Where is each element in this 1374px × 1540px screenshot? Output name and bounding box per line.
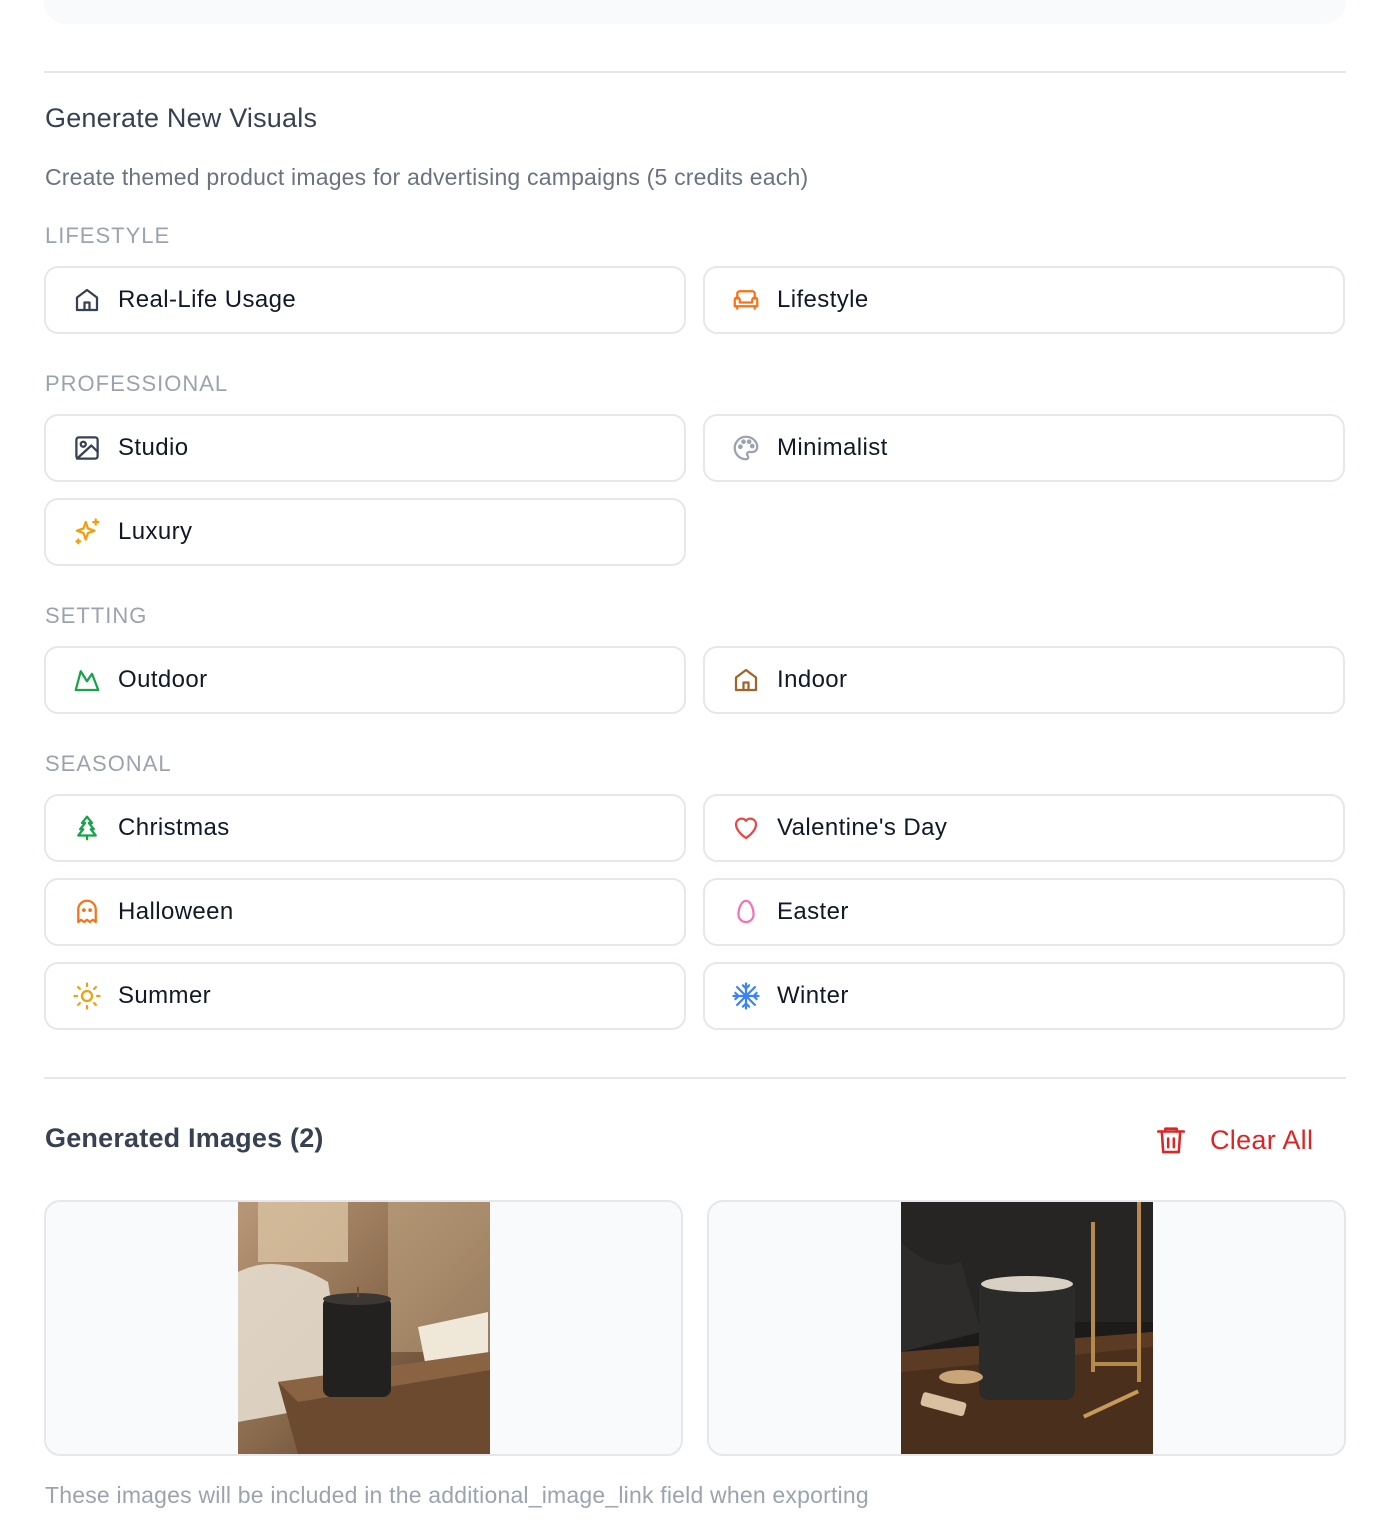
- egg-icon: [729, 895, 763, 929]
- option-label: Easter: [777, 898, 849, 925]
- sofa-icon: [729, 283, 763, 317]
- option-label: Luxury: [118, 518, 193, 545]
- option-studio[interactable]: Studio: [44, 414, 686, 482]
- option-label: Real-Life Usage: [118, 286, 297, 313]
- option-label: Minimalist: [777, 434, 888, 461]
- candle-photo-bedroom: [238, 1202, 490, 1454]
- tree-icon: [70, 811, 104, 845]
- category-label-seasonal: SEASONAL: [45, 751, 172, 776]
- heart-icon: [729, 811, 763, 845]
- export-note: These images will be included in the add…: [45, 1482, 869, 1508]
- ghost-icon: [70, 895, 104, 929]
- option-summer[interactable]: Summer: [44, 962, 686, 1030]
- option-outdoor[interactable]: Outdoor: [44, 646, 686, 714]
- option-easter[interactable]: Easter: [703, 878, 1345, 946]
- option-christmas[interactable]: Christmas: [44, 794, 686, 862]
- option-label: Valentine's Day: [777, 814, 948, 841]
- image-icon: [70, 431, 104, 465]
- candle-photo-dark-table: [901, 1202, 1153, 1454]
- palette-icon: [729, 431, 763, 465]
- snowflake-icon: [729, 979, 763, 1013]
- category-label-professional: PROFESSIONAL: [45, 371, 229, 396]
- option-label: Winter: [777, 982, 849, 1009]
- option-halloween[interactable]: Halloween: [44, 878, 686, 946]
- option-winter[interactable]: Winter: [703, 962, 1345, 1030]
- category-label-lifestyle: LIFESTYLE: [45, 223, 171, 248]
- page-title: Generate New Visuals: [45, 103, 318, 133]
- option-label: Lifestyle: [777, 286, 869, 313]
- clear-all-label: Clear All: [1210, 1124, 1314, 1155]
- sun-icon: [70, 979, 104, 1013]
- generated-image-card[interactable]: [707, 1200, 1346, 1456]
- home-icon: [729, 663, 763, 697]
- page-subtitle: Create themed product images for adverti…: [45, 164, 809, 190]
- option-minimalist[interactable]: Minimalist: [703, 414, 1345, 482]
- home-icon: [70, 283, 104, 317]
- sparkles-icon: [70, 515, 104, 549]
- option-valentines-day[interactable]: Valentine's Day: [703, 794, 1345, 862]
- option-label: Studio: [118, 434, 189, 461]
- mountain-icon: [70, 663, 104, 697]
- category-label-setting: SETTING: [45, 603, 148, 628]
- option-label: Summer: [118, 982, 212, 1009]
- generated-images-title: Generated Images (2): [45, 1123, 324, 1153]
- option-label: Outdoor: [118, 666, 208, 693]
- section-divider: [44, 71, 1346, 73]
- option-label: Indoor: [777, 666, 848, 693]
- section-divider: [44, 1077, 1346, 1079]
- option-luxury[interactable]: Luxury: [44, 498, 686, 566]
- option-indoor[interactable]: Indoor: [703, 646, 1345, 714]
- clear-all-button[interactable]: Clear All: [1154, 1120, 1313, 1160]
- option-real-life-usage[interactable]: Real-Life Usage: [44, 266, 686, 334]
- option-label: Halloween: [118, 898, 234, 925]
- previous-section-card: [44, 0, 1346, 24]
- option-label: Christmas: [118, 814, 230, 841]
- option-lifestyle[interactable]: Lifestyle: [703, 266, 1345, 334]
- generated-image-card[interactable]: [44, 1200, 683, 1456]
- trash-icon: [1156, 1127, 1186, 1154]
